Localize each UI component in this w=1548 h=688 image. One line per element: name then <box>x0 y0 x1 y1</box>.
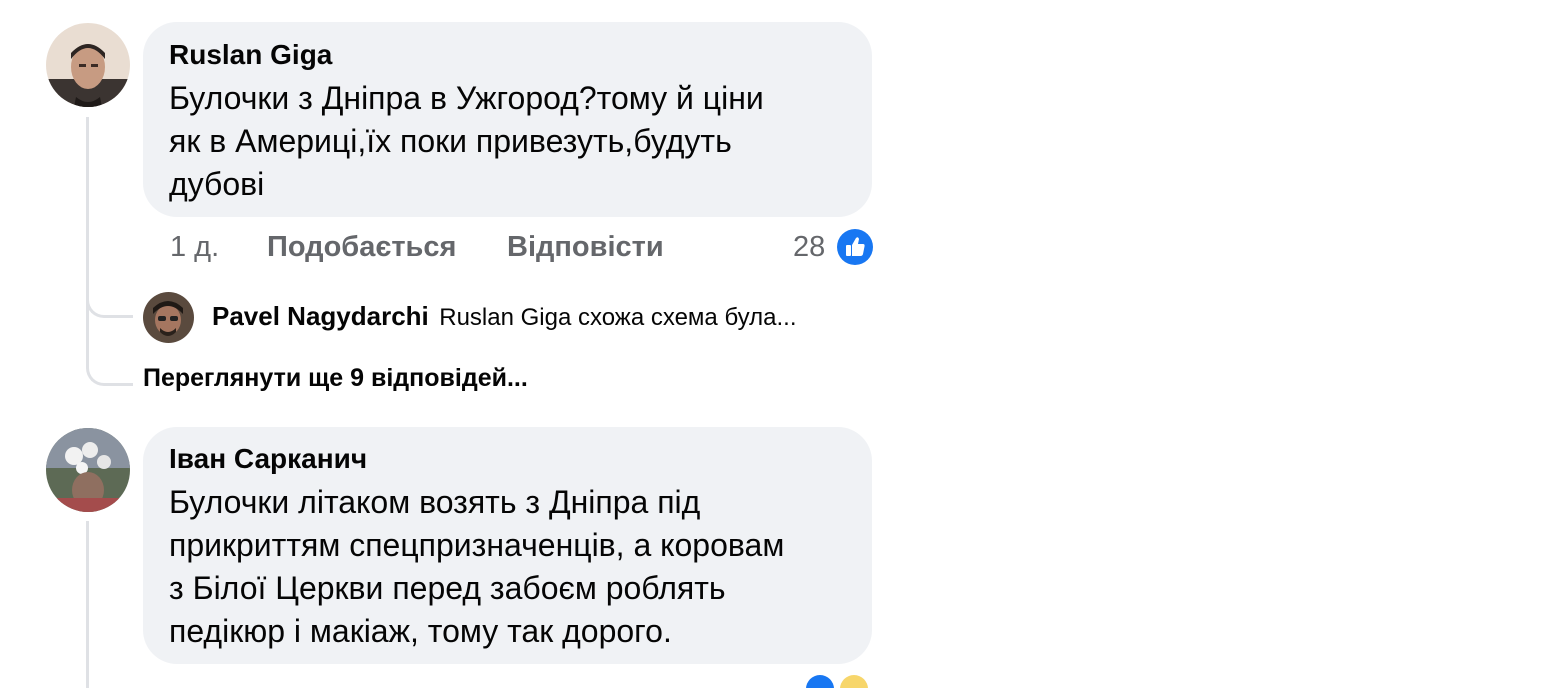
reply-button[interactable]: Відповісти <box>507 229 664 265</box>
view-more-replies-link[interactable]: Переглянути ще 9 відповідей... <box>143 364 528 393</box>
like-reaction-icon <box>806 675 834 688</box>
comment-author[interactable]: Іван Сарканич <box>169 442 367 476</box>
avatar[interactable] <box>46 23 130 107</box>
comment-author[interactable]: Ruslan Giga <box>169 38 332 72</box>
more-replies-connector <box>86 300 133 386</box>
comment-text: Булочки літаком возять з Дніпра під прик… <box>169 484 785 649</box>
comment-bubble: Іван Сарканич Булочки літаком возять з Д… <box>143 427 872 664</box>
comment-actions: 1 д. Подобається Відповісти <box>170 229 690 265</box>
thumbs-up-icon <box>837 229 873 265</box>
haha-reaction-icon <box>840 675 868 688</box>
comment-timestamp[interactable]: 1 д. <box>170 229 219 265</box>
profile-photo-icon <box>46 23 130 107</box>
comment-bubble: Ruslan Giga Булочки з Дніпра в Ужгород?т… <box>143 22 872 217</box>
reply-avatar[interactable] <box>143 292 194 343</box>
comments-section: Ruslan Giga Булочки з Дніпра в Ужгород?т… <box>0 0 1548 688</box>
profile-photo-icon <box>46 428 130 512</box>
comment-text: Булочки з Дніпра в Ужгород?тому й ціни я… <box>169 80 764 202</box>
reply-author[interactable]: Pavel Nagydarchi <box>212 301 429 331</box>
reply-text: Ruslan Giga схожа схема була... <box>439 304 797 331</box>
reply-thread-line <box>86 117 89 303</box>
profile-photo-icon <box>143 292 194 343</box>
reaction-count[interactable]: 28 <box>793 229 825 265</box>
reply-preview[interactable]: Pavel Nagydarchi Ruslan Giga схожа схема… <box>212 301 797 332</box>
reply-thread-line <box>86 521 89 688</box>
avatar[interactable] <box>46 428 130 512</box>
like-button[interactable]: Подобається <box>267 229 456 265</box>
